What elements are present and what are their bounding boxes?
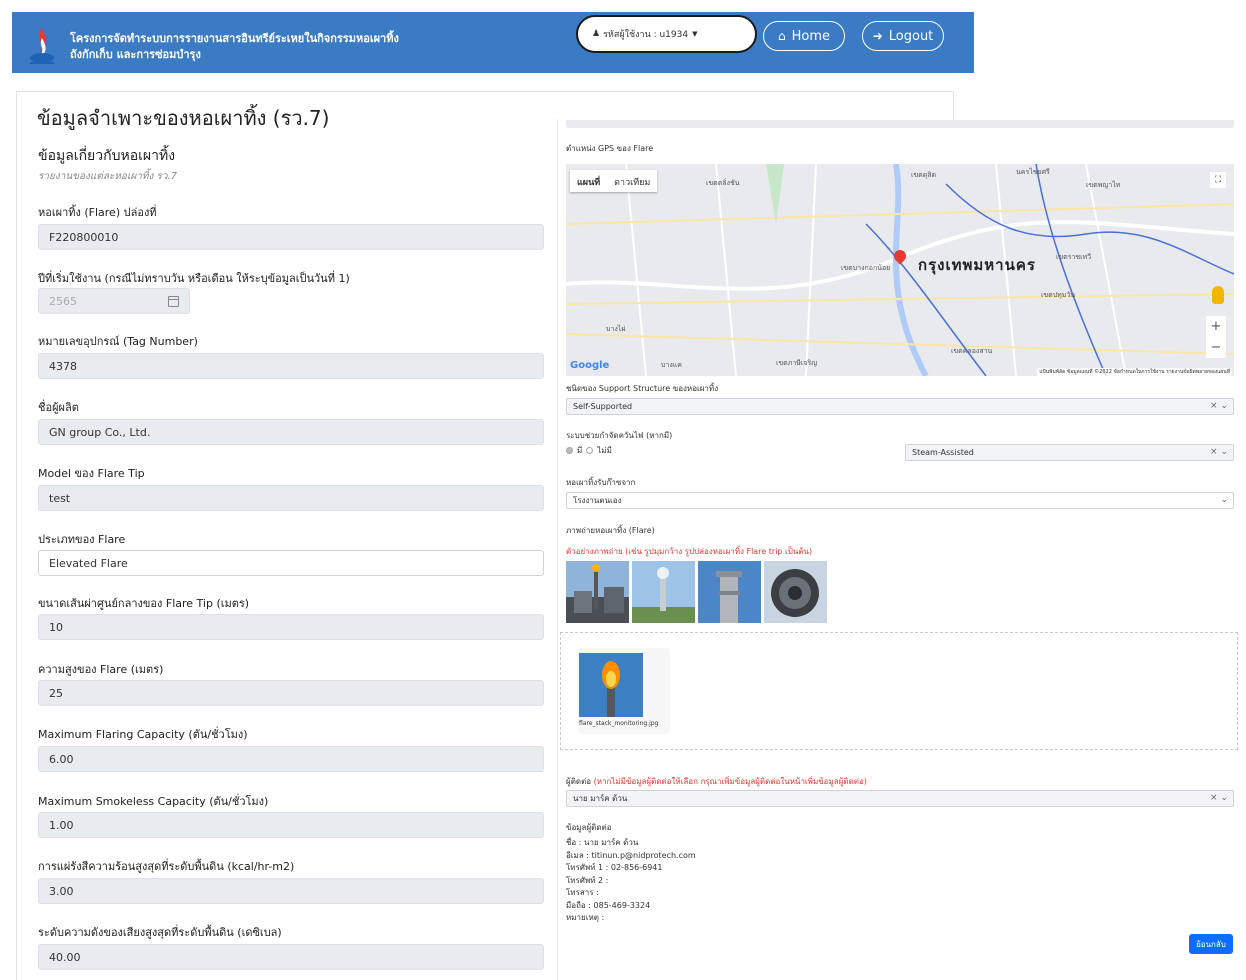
contact-info: ชื่อ : นาย มาร์ค ด้วน อีเมล : titinun.p@… (566, 838, 696, 922)
start-year-field[interactable]: 2565 (38, 288, 190, 314)
start-year-label: ปีที่เริ่มใช้งาน (กรณีไม่ทราบวัน หรือเดื… (38, 272, 350, 285)
max-radiation-field[interactable]: 3.00 (38, 878, 544, 904)
header-title: โครงการจัดทำระบบการรายงานสารอินทรีย์ระเห… (70, 32, 399, 61)
user-icon: ♟ (592, 29, 601, 39)
gas-source-label: หอเผาทิ้งรับก๊าซจาก (566, 478, 636, 487)
home-icon: ⌂ (777, 29, 786, 43)
tag-number-label: หมายเลขอุปกรณ์ (Tag Number) (38, 335, 198, 348)
section-title: ข้อมูลเกี่ยวกับหอเผาทิ้ง (38, 148, 176, 164)
google-logo: Google (570, 360, 610, 371)
map-attribution[interactable]: แป้นพิมพ์ลัด ข้อมูลแผนที่ ©2022 ข้อกำหนด… (1037, 368, 1232, 376)
max-smokeless-label: Maximum Smokeless Capacity (ตัน/ชั่วโมง) (38, 795, 269, 808)
caret-down-icon: ▼ (692, 30, 698, 38)
max-radiation-label: การแผ่รังสีความร้อนสูงสุดที่ระดับพื้นดิน… (38, 860, 295, 873)
zoom-out-icon[interactable]: − (1211, 340, 1222, 355)
flare-no-field[interactable]: F220800010 (38, 224, 544, 250)
contact-select[interactable]: นาย มาร์ค ด้วน × ⌄ (566, 790, 1234, 807)
map-label: บางแค (661, 361, 682, 369)
clear-chevron-icon[interactable]: × ⌄ (1210, 793, 1228, 803)
uploaded-photo (579, 653, 643, 717)
calendar-icon[interactable] (168, 295, 179, 307)
example-photo-wide (566, 561, 629, 623)
clear-chevron-icon[interactable]: × ⌄ (1210, 447, 1228, 457)
example-photo-stack (632, 561, 695, 623)
map-roads (566, 164, 1234, 376)
logo-icon (30, 28, 54, 64)
radio-yes[interactable] (566, 447, 573, 454)
logout-button[interactable]: ➜ Logout (862, 21, 944, 51)
home-button[interactable]: ⌂ Home (763, 21, 845, 51)
max-noise-field[interactable]: 40.00 (38, 944, 544, 970)
map-zoom-control[interactable]: + − (1206, 316, 1226, 358)
tip-diameter-field[interactable]: 10 (38, 614, 544, 640)
page-title: ข้อมูลจำเพาะของหอเผาทิ้ง (รว.7) (37, 106, 330, 130)
map-type-tabs: แผนที่ ดาวเทียม (570, 170, 658, 192)
map-label: เขตคลองสาน (951, 347, 993, 355)
flare-height-label: ความสูงของ Flare (เมตร) (38, 663, 164, 676)
gas-source-select[interactable]: โรงงานตนเอง ⌄ (566, 492, 1234, 509)
radio-no[interactable] (586, 447, 594, 454)
flare-no-label: หอเผาทิ้ง (Flare) ปล่องที่ (38, 206, 157, 219)
map-label: เขตดุสิต (911, 171, 937, 179)
example-photo-tip (698, 561, 761, 623)
back-button[interactable]: ย้อนกลับ (1189, 934, 1233, 954)
map-label: เขตพญาไท (1086, 181, 1121, 189)
map-label: บางไผ่ (606, 325, 626, 333)
support-label: ชนิดของ Support Structure ของหอเผาทิ้ง (566, 384, 719, 393)
user-dropdown[interactable]: ♟ รหัสผู้ใช้งาน : u1934 ▼ (576, 15, 757, 53)
street-view-icon[interactable] (1212, 286, 1224, 304)
contact-label: ผู้ติดต่อ (หากไม่มีข้อมูลผู้ติดต่อให้เลื… (566, 777, 867, 786)
photo-hint: ตัวอย่างภาพถ่าย (เช่น รูปมุมกว้าง รูปปล่… (566, 547, 813, 556)
flare-type-select[interactable]: Elevated Flare (38, 550, 544, 576)
map-label: เขตภาษีเจริญ (776, 359, 818, 367)
assist-type-select[interactable]: Steam-Assisted × ⌄ (905, 444, 1234, 461)
max-flaring-field[interactable]: 6.00 (38, 746, 544, 772)
map-city-label: กรุงเทพมหานคร (918, 256, 1036, 274)
map-tab-satellite[interactable]: ดาวเทียม (607, 170, 657, 192)
map-label: นครไชยศรี (1016, 168, 1050, 176)
manufacturer-field[interactable]: GN group Co., Ltd. (38, 419, 544, 445)
contact-hint: (หากไม่มีข้อมูลผู้ติดต่อให้เลือก กรุณาเพ… (593, 777, 867, 786)
flare-tip-model-field[interactable]: test (38, 485, 544, 511)
photo-label: ภาพถ่ายหอเผาทิ้ง (Flare) (566, 526, 655, 535)
map-label: เขตตลิ่งชัน (706, 179, 740, 187)
map-tab-map[interactable]: แผนที่ (570, 170, 607, 192)
gps-map[interactable]: แผนที่ ดาวเทียม เขตดุสิต นครไชยศรี เขตพญ… (566, 164, 1234, 376)
fullscreen-icon[interactable]: ⛶ (1210, 172, 1226, 188)
manufacturer-label: ชื่อผู้ผลิต (38, 401, 79, 414)
zoom-in-icon[interactable]: + (1211, 319, 1222, 334)
uploaded-file-name: flare_stack_monitoring.jpg (579, 720, 659, 727)
flare-height-field[interactable]: 25 (38, 680, 544, 706)
flare-tip-model-label: Model ของ Flare Tip (38, 467, 145, 480)
max-flaring-label: Maximum Flaring Capacity (ตัน/ชั่วโมง) (38, 728, 248, 741)
assist-radio-group: มี ไม่มี (566, 444, 612, 457)
tip-diameter-label: ขนาดเส้นผ่าศูนย์กลางของ Flare Tip (เมตร) (38, 597, 250, 610)
map-label: เขตปทุมวัน (1041, 291, 1076, 299)
contact-info-title: ข้อมูลผู้ติดต่อ (566, 823, 612, 832)
max-noise-label: ระดับความดังของเสียงสูงสุดที่ระดับพื้นดิ… (38, 926, 282, 939)
max-smokeless-field[interactable]: 1.00 (38, 812, 544, 838)
clear-chevron-icon[interactable]: × ⌄ (1210, 401, 1228, 411)
assist-label: ระบบช่วยกำจัดควันไฟ (หากมี) (566, 431, 673, 440)
flare-type-label: ประเภทของ Flare (38, 533, 126, 546)
panel-top-field (566, 120, 1234, 128)
map-label: เขตราชเทวี (1056, 253, 1092, 261)
tag-number-field[interactable]: 4378 (38, 353, 544, 379)
example-photo-top (764, 561, 827, 623)
logout-icon: ➜ (872, 29, 883, 43)
gps-label: ตำแหน่ง GPS ของ Flare (566, 144, 654, 153)
section-subtitle: รายงานของแต่ละหอเผาทิ้ง รว.7 (38, 171, 178, 182)
map-label: เขตบางกอกน้อย (841, 264, 891, 272)
chevron-down-icon: ⌄ (1220, 495, 1228, 505)
support-select[interactable]: Self-Supported × ⌄ (566, 398, 1234, 415)
